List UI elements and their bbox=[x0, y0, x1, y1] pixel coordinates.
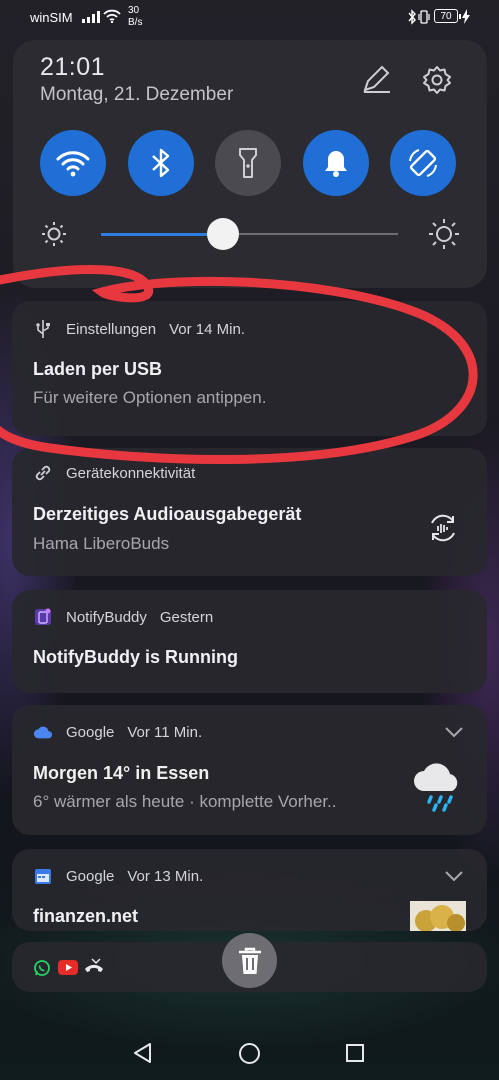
app-name: Einstellungen bbox=[66, 320, 157, 338]
notification-time: Vor 13 Min. bbox=[127, 867, 204, 885]
flashlight-icon bbox=[239, 148, 257, 178]
network-speed: 30 B/s bbox=[128, 5, 143, 28]
notification-title: NotifyBuddy is Running bbox=[33, 647, 238, 667]
notification-weather[interactable]: Google Vor 11 Min. Morgen 14° in Essen 6… bbox=[12, 705, 487, 835]
link-icon bbox=[33, 463, 53, 483]
gear-icon[interactable] bbox=[421, 64, 453, 96]
brightness-thumb[interactable] bbox=[207, 218, 239, 250]
brightness-low-icon bbox=[42, 222, 66, 246]
brightness-fill bbox=[101, 233, 223, 236]
notification-title: Morgen 14° in Essen bbox=[33, 763, 210, 783]
notification-text: Hama LiberoBuds bbox=[33, 534, 170, 553]
wifi-tile[interactable] bbox=[40, 130, 106, 196]
chevron-down-icon[interactable] bbox=[444, 869, 464, 883]
notification-time: Vor 14 Min. bbox=[169, 320, 245, 338]
youtube-icon bbox=[58, 960, 78, 975]
usb-icon bbox=[33, 319, 53, 339]
notification-text: Für weitere Optionen antippen. bbox=[33, 388, 267, 407]
brightness-slider[interactable] bbox=[41, 218, 461, 250]
vibrate-icon bbox=[418, 10, 430, 24]
edit-icon[interactable] bbox=[360, 63, 392, 95]
app-name: Google bbox=[66, 867, 115, 885]
auto-rotate-tile[interactable] bbox=[390, 130, 456, 196]
status-bar: winSIM 30 B/s 70 bbox=[0, 0, 499, 36]
trash-icon bbox=[238, 947, 261, 974]
calendar-icon bbox=[33, 866, 53, 886]
cloud-icon bbox=[33, 722, 53, 742]
charging-icon bbox=[462, 9, 470, 24]
notification-finanzen[interactable]: Google Vor 13 Min. finanzen.net bbox=[12, 849, 487, 931]
notification-time: Gestern bbox=[159, 608, 214, 626]
notification-usb[interactable]: Einstellungen Vor 14 Min. Laden per USB … bbox=[12, 301, 487, 436]
battery-icon: 70 bbox=[434, 9, 461, 23]
bell-icon bbox=[325, 151, 347, 177]
notification-time: Vor 11 Min. bbox=[127, 723, 203, 741]
notification-title: Laden per USB bbox=[33, 359, 163, 379]
signal-icon bbox=[82, 11, 100, 23]
rain-cloud-icon bbox=[414, 763, 458, 812]
navigation-bar bbox=[0, 1020, 499, 1080]
brightness-high-icon bbox=[429, 219, 459, 249]
sound-tile[interactable] bbox=[303, 130, 369, 196]
clear-all-button[interactable] bbox=[222, 933, 277, 988]
date[interactable]: Montag, 21. Dezember bbox=[40, 84, 233, 106]
notification-audio-device[interactable]: Gerätekonnektivität Derzeitiges Audioaus… bbox=[12, 448, 487, 576]
chevron-down-icon[interactable] bbox=[444, 725, 464, 739]
notification-notifybuddy[interactable]: NotifyBuddy Gestern NotifyBuddy is Runni… bbox=[12, 590, 487, 693]
recents-icon[interactable] bbox=[345, 1043, 365, 1063]
notification-title: finanzen.net bbox=[33, 906, 139, 926]
rotate-icon bbox=[409, 149, 437, 177]
notification-title: Derzeitiges Audioausgabegerät bbox=[33, 504, 302, 524]
quick-settings-panel: 21:01 Montag, 21. Dezember bbox=[13, 40, 487, 288]
notification-text: 6° wärmer als heute · komplette Vorher.. bbox=[33, 792, 337, 811]
bluetooth-status-icon bbox=[408, 9, 416, 25]
bluetooth-icon bbox=[152, 148, 170, 178]
app-name: NotifyBuddy bbox=[66, 608, 147, 626]
wifi-icon bbox=[56, 151, 90, 177]
app-name: Gerätekonnektivität bbox=[66, 464, 196, 482]
bitcoin-thumbnail bbox=[410, 901, 466, 931]
missed-call-icon bbox=[85, 958, 103, 972]
audio-switch-icon[interactable] bbox=[427, 512, 459, 544]
home-icon[interactable] bbox=[238, 1042, 261, 1065]
carrier-name: winSIM bbox=[30, 10, 73, 25]
bluetooth-tile[interactable] bbox=[128, 130, 194, 196]
clock[interactable]: 21:01 bbox=[40, 53, 105, 82]
whatsapp-icon bbox=[34, 960, 50, 976]
wifi-status-icon bbox=[103, 9, 121, 23]
app-name: Google bbox=[66, 723, 115, 741]
back-icon[interactable] bbox=[132, 1042, 152, 1064]
flashlight-tile[interactable] bbox=[215, 130, 281, 196]
notifybuddy-icon bbox=[33, 607, 53, 627]
